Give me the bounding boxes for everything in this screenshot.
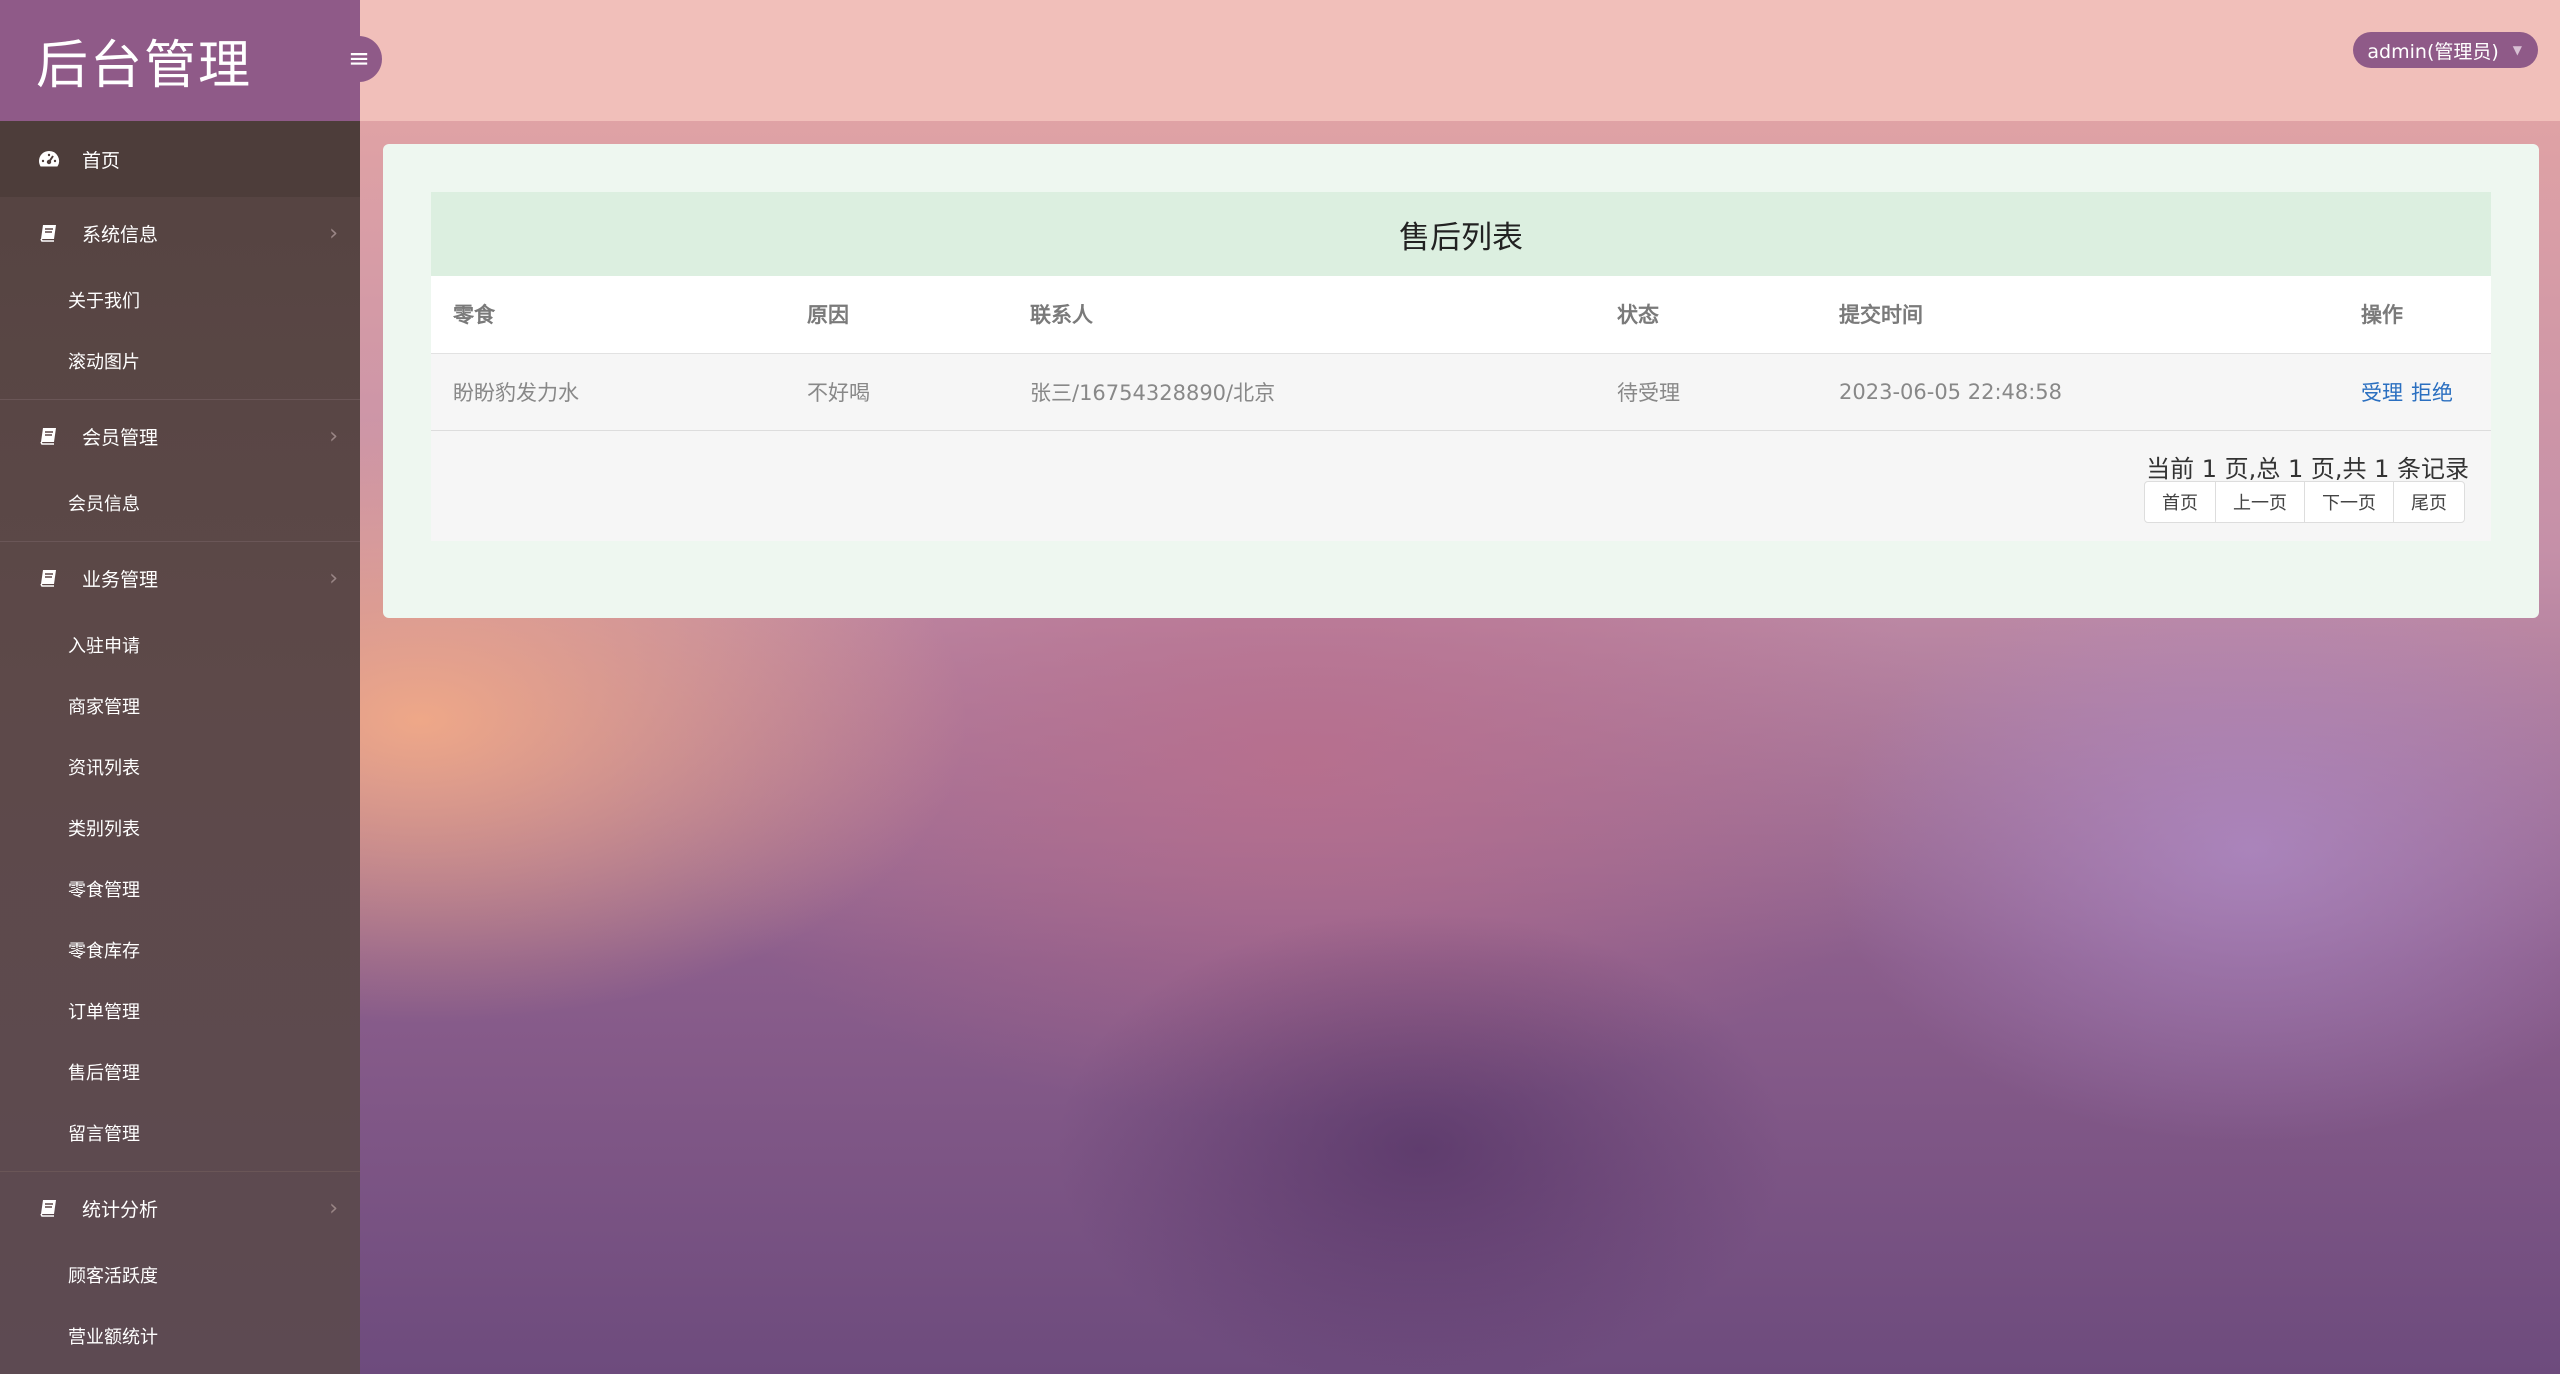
book-icon (36, 1198, 62, 1218)
sidebar-item-label: 统计分析 (82, 1198, 159, 1221)
cell-status: 待受理 (1595, 353, 1817, 431)
brand-title: 后台管理 (0, 0, 360, 121)
sidebar-group-business: 业务管理 › 入驻申请 商家管理 资讯列表 类别列表 零食管理 零食库存 订单管… (0, 542, 360, 1172)
sidebar-item-messages[interactable]: 留言管理 (0, 1102, 360, 1163)
column-header: 原因 (785, 276, 1008, 354)
dashboard-icon (36, 149, 62, 169)
column-header: 操作 (2339, 276, 2491, 354)
sidebar-item-news[interactable]: 资讯列表 (0, 736, 360, 797)
hamburger-icon: ≡ (348, 44, 370, 74)
panel-title: 售后列表 (431, 192, 2491, 276)
column-header: 联系人 (1008, 276, 1595, 354)
next-page-button[interactable]: 下一页 (2304, 480, 2394, 523)
sidebar-item-carousel[interactable]: 滚动图片 (0, 330, 360, 391)
accept-link[interactable]: 受理 (2361, 381, 2403, 405)
chevron-right-icon: › (329, 220, 338, 246)
column-header: 状态 (1595, 276, 1817, 354)
menu-toggle-button[interactable]: ≡ (336, 36, 382, 82)
table-row: 盼盼豹发力水 不好喝 张三/16754328890/北京 待受理 2023-06… (431, 353, 2491, 431)
chevron-right-icon: › (329, 423, 338, 449)
last-page-button[interactable]: 尾页 (2393, 480, 2465, 523)
sidebar-item-after-sales[interactable]: 售后管理 (0, 1041, 360, 1102)
sidebar-item-customer-activity[interactable]: 顾客活跃度 (0, 1244, 360, 1305)
sidebar-item-label: 首页 (82, 149, 121, 172)
sidebar-item-snacks[interactable]: 零食管理 (0, 858, 360, 919)
sidebar-item-label: 业务管理 (82, 568, 159, 591)
first-page-button[interactable]: 首页 (2144, 480, 2216, 523)
sidebar: 后台管理 首页 系统信息 › 关于我们 滚动图片 会员管理 › 会员信息 业务管… (0, 0, 360, 1374)
sidebar-item-member-management[interactable]: 会员管理 › (0, 400, 360, 472)
user-menu-dropdown[interactable]: admin(管理员) ▼ (2353, 32, 2538, 68)
cell-contact: 张三/16754328890/北京 (1008, 353, 1595, 431)
sidebar-group-members: 会员管理 › 会员信息 (0, 400, 360, 542)
pagination-info: 当前 1 页,总 1 页,共 1 条记录 (2146, 454, 2469, 483)
column-header: 提交时间 (1817, 276, 2339, 354)
sidebar-item-member-info[interactable]: 会员信息 (0, 472, 360, 533)
prev-page-button[interactable]: 上一页 (2215, 480, 2305, 523)
after-sales-panel: 售后列表 零食 原因 联系人 状态 提交时间 操作 盼盼豹发力水 不好喝 张三/… (431, 192, 2491, 541)
sidebar-item-categories[interactable]: 类别列表 (0, 797, 360, 858)
sidebar-item-revenue-stats[interactable]: 营业额统计 (0, 1305, 360, 1366)
column-header: 零食 (431, 276, 785, 354)
sidebar-item-statistics[interactable]: 统计分析 › (0, 1172, 360, 1244)
top-header: admin(管理员) ▼ (360, 0, 2560, 121)
sidebar-item-merchants[interactable]: 商家管理 (0, 675, 360, 736)
sidebar-item-label: 系统信息 (82, 223, 159, 246)
chevron-right-icon: › (329, 565, 338, 591)
table-header-row: 零食 原因 联系人 状态 提交时间 操作 (431, 276, 2491, 354)
pagination: 当前 1 页,总 1 页,共 1 条记录 首页 上一页 下一页 尾页 (431, 430, 2491, 541)
sidebar-item-orders[interactable]: 订单管理 (0, 980, 360, 1041)
cell-time: 2023-06-05 22:48:58 (1817, 353, 2339, 431)
sidebar-item-settle-apply[interactable]: 入驻申请 (0, 614, 360, 675)
caret-down-icon: ▼ (2512, 43, 2522, 57)
pagination-buttons: 首页 上一页 下一页 尾页 (2144, 480, 2465, 523)
content-card: 售后列表 零食 原因 联系人 状态 提交时间 操作 盼盼豹发力水 不好喝 张三/… (383, 144, 2539, 618)
chevron-right-icon: › (329, 1195, 338, 1221)
sidebar-item-system-info[interactable]: 系统信息 › (0, 197, 360, 269)
sidebar-group-system: 系统信息 › 关于我们 滚动图片 (0, 197, 360, 400)
reject-link[interactable]: 拒绝 (2411, 381, 2453, 405)
sidebar-item-label: 会员管理 (82, 426, 159, 449)
after-sales-table: 零食 原因 联系人 状态 提交时间 操作 盼盼豹发力水 不好喝 张三/16754… (431, 276, 2491, 431)
sidebar-item-home[interactable]: 首页 (0, 121, 360, 197)
sidebar-item-stock[interactable]: 零食库存 (0, 919, 360, 980)
book-icon (36, 426, 62, 446)
cell-reason: 不好喝 (785, 353, 1008, 431)
sidebar-group-stats: 统计分析 › 顾客活跃度 营业额统计 (0, 1172, 360, 1366)
sidebar-item-about[interactable]: 关于我们 (0, 269, 360, 330)
sidebar-item-business-management[interactable]: 业务管理 › (0, 542, 360, 614)
book-icon (36, 223, 62, 243)
cell-actions: 受理 拒绝 (2339, 353, 2491, 431)
user-label: admin(管理员) (2367, 40, 2499, 63)
book-icon (36, 568, 62, 588)
cell-snack: 盼盼豹发力水 (431, 353, 785, 431)
